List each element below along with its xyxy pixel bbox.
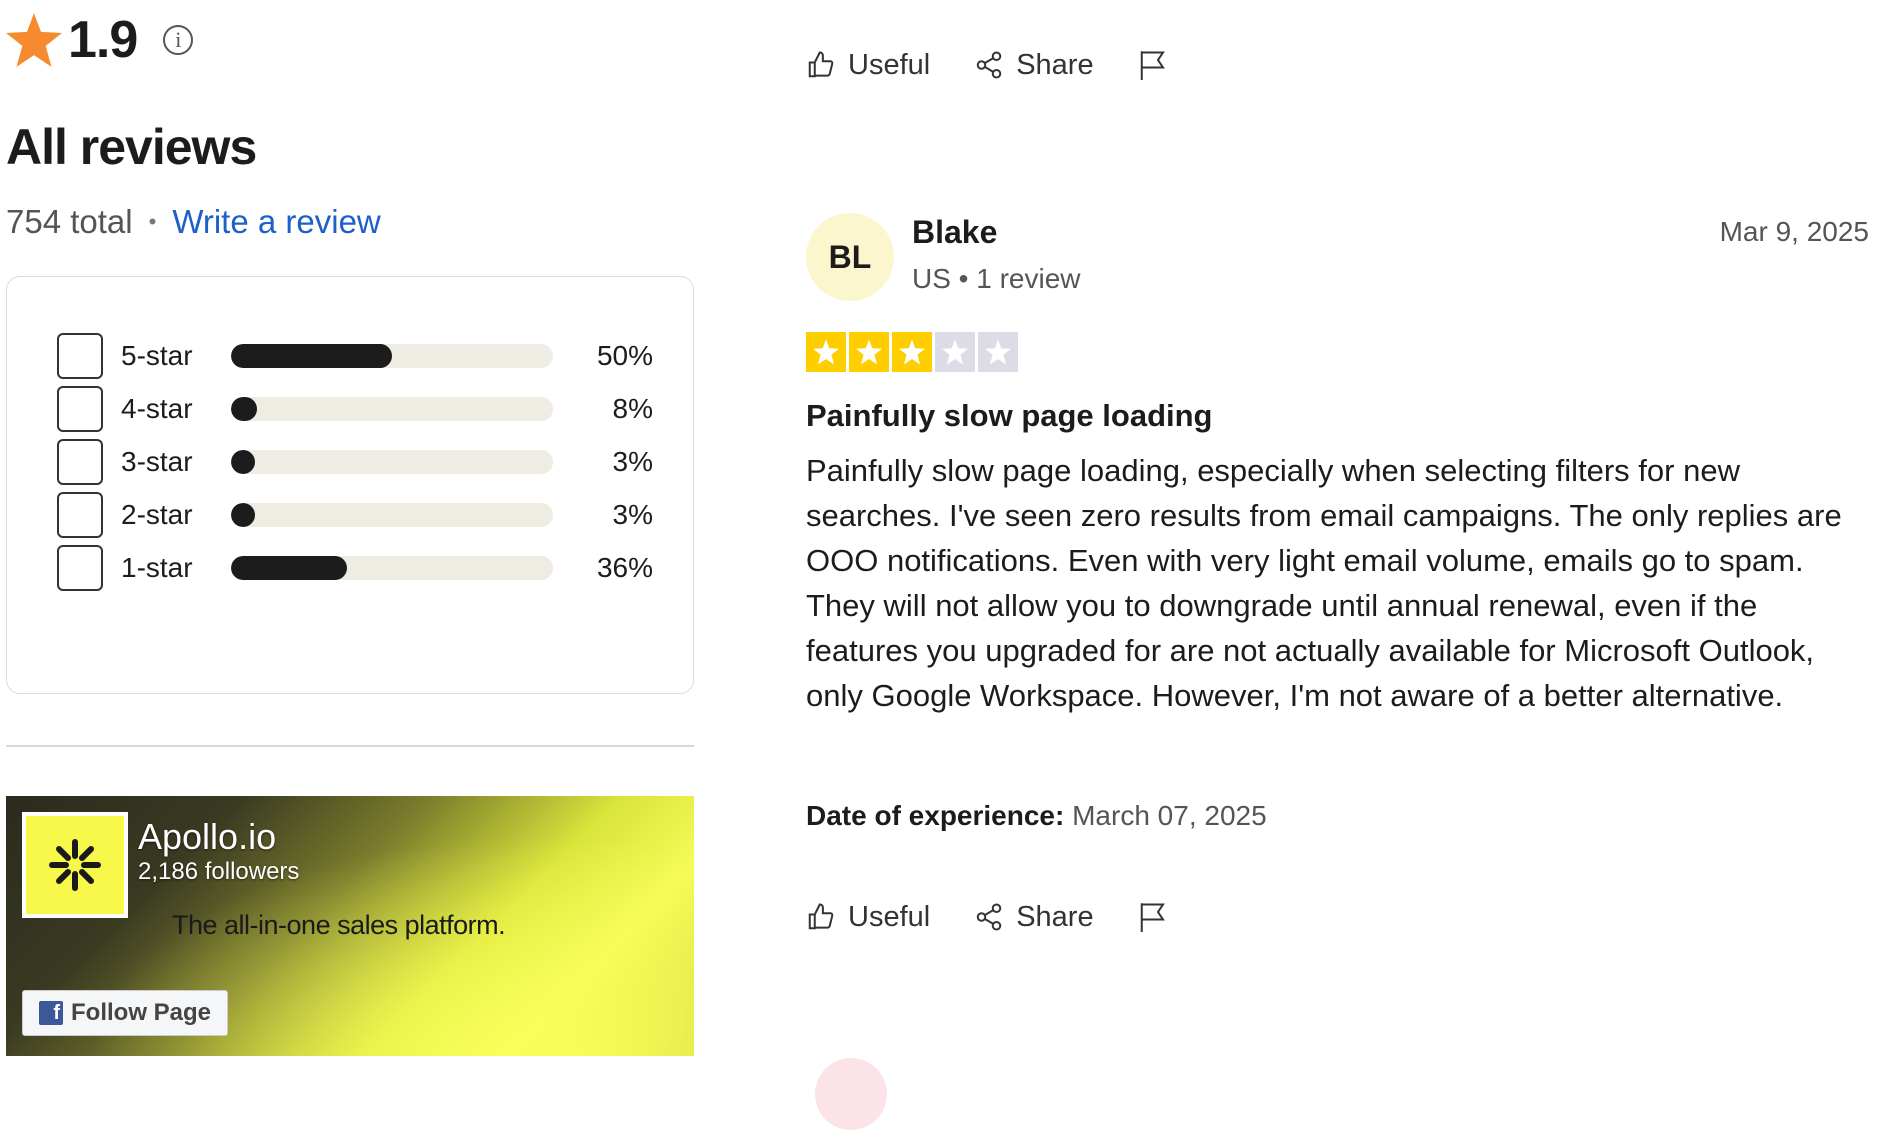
avatar[interactable]: BL <box>806 213 894 301</box>
star-label: 1-star <box>121 552 193 583</box>
filter-checkbox[interactable] <box>57 333 103 379</box>
distribution-bar-fill <box>231 450 255 474</box>
report-button[interactable] <box>1138 900 1180 934</box>
fb-tagline: The all-in-one sales platform. <box>172 910 506 940</box>
flag-icon <box>1140 51 1165 80</box>
filter-checkbox[interactable] <box>57 545 103 591</box>
rating-filter-2[interactable]: 2-star 3% <box>57 491 657 539</box>
rating-filter-4[interactable]: 4-star 8% <box>57 385 657 433</box>
fb-followers: 2,186 followers <box>138 858 300 885</box>
thumbs-up-icon <box>808 903 834 930</box>
star-label: 4-star <box>121 393 193 424</box>
star-icon <box>942 339 968 365</box>
review-body: Painfully slow page loading, especially … <box>806 453 1842 713</box>
facebook-icon: f <box>39 1001 63 1025</box>
page-title: All reviews <box>6 119 257 175</box>
star-label: 2-star <box>121 499 193 530</box>
rating-filter-1[interactable]: 1-star 36% <box>57 544 657 592</box>
star-label: 3-star <box>121 446 193 477</box>
percent-value: 50% <box>596 340 653 371</box>
distribution-bar <box>231 397 553 421</box>
percent-value: 8% <box>612 393 653 424</box>
rating-value: 1.9 <box>68 11 138 69</box>
distribution-bar <box>231 503 553 527</box>
filter-checkbox[interactable] <box>57 439 103 485</box>
write-review-link[interactable]: Write a review <box>172 203 380 241</box>
rating-filter-5[interactable]: 5-star 50% <box>57 332 657 380</box>
apollo-logo[interactable] <box>22 812 128 918</box>
review-summary: 754 total • Write a review <box>6 203 381 241</box>
share-button[interactable]: Share <box>974 900 1094 934</box>
rating-filter-3[interactable]: 3-star 3% <box>57 438 657 486</box>
next-reviewer-avatar[interactable] <box>815 1058 887 1130</box>
thumbs-up-icon <box>808 51 834 78</box>
percent-value: 3% <box>612 499 653 530</box>
flag-icon <box>1140 903 1165 932</box>
percent-value: 3% <box>612 446 653 477</box>
useful-label: Useful <box>848 900 931 933</box>
share-icon <box>976 903 1002 931</box>
useful-label: Useful <box>848 48 931 81</box>
share-button[interactable]: Share <box>974 48 1094 82</box>
date-of-experience: Date of experience: March 07, 2025 <box>806 800 1267 832</box>
star-icon <box>813 339 839 365</box>
review-title[interactable]: Painfully slow page loading <box>806 398 1213 434</box>
fb-page-name[interactable]: Apollo.io <box>138 816 276 858</box>
reviewer-name[interactable]: Blake <box>912 214 997 251</box>
report-button[interactable] <box>1138 48 1180 82</box>
star-icon <box>6 13 62 67</box>
follow-page-label: Follow Page <box>71 999 212 1026</box>
follow-page-button[interactable]: f Follow Page <box>22 990 228 1036</box>
review-date: Mar 9, 2025 <box>1719 216 1869 247</box>
distribution-bar-fill <box>231 397 257 421</box>
rating-distribution: 5-star 50% 4-star 8% 3-star 3% 2-star 3%… <box>6 276 694 694</box>
useful-button[interactable]: Useful <box>806 901 930 934</box>
facebook-page-widget[interactable]: Apollo.io 2,186 followers The all-in-one… <box>6 796 694 1056</box>
star-empty <box>935 332 975 372</box>
review-stars <box>806 332 1021 372</box>
separator-dot: • <box>148 209 157 234</box>
star-icon <box>985 339 1011 365</box>
filter-checkbox[interactable] <box>57 492 103 538</box>
experience-date: March 07, 2025 <box>1072 800 1267 831</box>
star-filled <box>806 332 846 372</box>
useful-button[interactable]: Useful <box>806 49 930 82</box>
distribution-bar <box>231 344 553 368</box>
star-icon <box>899 339 925 365</box>
star-filled <box>849 332 889 372</box>
distribution-bar-fill <box>231 344 392 368</box>
star-label: 5-star <box>121 340 193 371</box>
previous-review-actions: Useful Share <box>806 48 1224 82</box>
share-icon <box>976 51 1002 79</box>
divider <box>6 745 694 747</box>
filter-checkbox[interactable] <box>57 386 103 432</box>
distribution-bar-fill <box>231 556 347 580</box>
info-icon[interactable]: i <box>163 25 194 55</box>
share-label: Share <box>1016 900 1094 933</box>
share-label: Share <box>1016 48 1094 81</box>
star-icon <box>856 339 882 365</box>
distribution-bar <box>231 450 553 474</box>
experience-label: Date of experience: <box>806 800 1065 831</box>
percent-value: 36% <box>596 552 653 583</box>
reviewer-meta: US • 1 review <box>912 263 1081 294</box>
asterisk-logo-icon <box>49 839 101 891</box>
distribution-bar-fill <box>231 503 255 527</box>
total-reviews: 754 total <box>6 203 133 240</box>
overall-rating: 1.9 i <box>6 10 194 70</box>
star-empty <box>978 332 1018 372</box>
distribution-bar <box>231 556 553 580</box>
star-filled <box>892 332 932 372</box>
review-actions: Useful Share <box>806 900 1224 934</box>
